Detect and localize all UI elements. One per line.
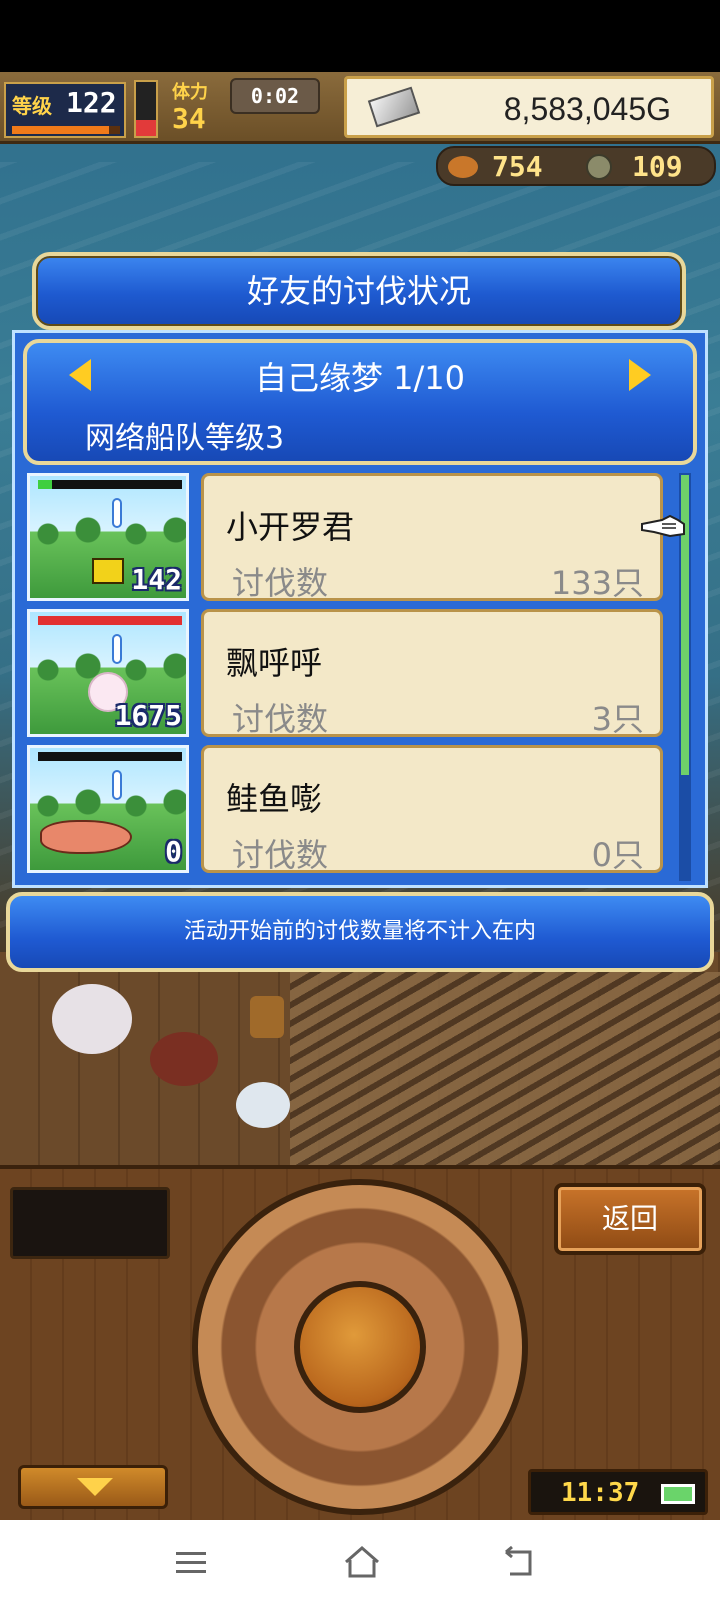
yellow-creature-icon [92, 558, 124, 584]
monster-hp-bar [38, 616, 182, 625]
menu-icon[interactable] [176, 1546, 210, 1576]
fleet-level: 网络船队等级3 [85, 421, 285, 456]
exclamation-icon [112, 634, 122, 664]
exclamation-icon [112, 770, 122, 800]
food-value: 754 [492, 150, 543, 183]
back-button-label: 返回 [601, 1202, 658, 1235]
controller-console: 返回 11:37 [0, 1165, 720, 1520]
friend-monster-card[interactable]: 飘呼呼 讨伐数 3只 [201, 609, 663, 738]
home-icon[interactable] [342, 1544, 382, 1580]
monster-list: 142 小开罗君 讨伐数 133只 1675 飘呼呼 讨伐数 3只 0 鲑鱼嘭 … [23, 473, 673, 881]
list-item[interactable]: 142 小开罗君 讨伐数 133只 [23, 473, 673, 603]
gold-counter: 8,583,045G [344, 76, 714, 138]
list-item[interactable]: 1675 飘呼呼 讨伐数 3只 [23, 609, 673, 739]
top-hud: 等级 122 体力 34 0:02 8,583,045G [0, 72, 720, 144]
back-icon[interactable] [500, 1544, 540, 1580]
kill-count-value: 133只 [550, 564, 644, 602]
ship-stairs [290, 972, 720, 1170]
level-value: 122 [66, 86, 117, 119]
monster-name: 飘呼呼 [226, 644, 323, 682]
food-icon [448, 156, 478, 178]
dpad-center-button[interactable] [294, 1281, 426, 1413]
coin-icon [586, 154, 612, 180]
friend-name: 自己缘梦 1/10 [254, 359, 466, 397]
next-friend-arrow-icon[interactable] [629, 359, 651, 391]
monster-hp-bar [38, 752, 182, 761]
dialog-title: 好友的讨伐状况 [246, 272, 471, 310]
game-clock: 11:37 [528, 1469, 708, 1515]
level-progress-bar [12, 126, 120, 134]
monster-name: 小开罗君 [226, 508, 355, 546]
battery-icon [661, 1484, 695, 1504]
stamina-value: 34 [172, 102, 206, 135]
monster-count: 142 [131, 563, 182, 596]
clock-text: 11:37 [561, 1478, 640, 1508]
notice-text: 活动开始前的讨伐数量将不计入在内 [183, 919, 536, 944]
barrel [250, 996, 284, 1038]
player-level-box: 等级 122 [4, 82, 126, 138]
monster-thumbnail: 1675 [27, 609, 189, 737]
friend-header: 自己缘梦 1/10 网络船队等级3 [23, 339, 697, 465]
level-label: 等级 [12, 94, 52, 118]
monster-count: 0 [165, 835, 182, 868]
gold-value: 8,583,045G [503, 91, 671, 127]
salmon-icon [40, 820, 132, 854]
list-item[interactable]: 0 鲑鱼嘭 讨伐数 0只 [23, 745, 673, 875]
blob-creature [236, 1082, 290, 1128]
monster-count: 1675 [114, 699, 182, 732]
chevron-down-icon [77, 1478, 113, 1496]
kill-count-label: 讨伐数 [232, 564, 329, 602]
friend-monster-card[interactable]: 小开罗君 讨伐数 133只 [201, 473, 663, 602]
kill-count-label: 讨伐数 [232, 700, 329, 738]
stamina-timer: 0:02 [230, 78, 320, 114]
resource-bar: 754 109 [436, 146, 716, 186]
kill-count-value: 0只 [591, 836, 644, 874]
friend-status-dialog: 自己缘梦 1/10 网络船队等级3 142 小开罗君 讨伐数 133只 1675… [12, 330, 708, 888]
exclamation-icon [112, 498, 122, 528]
friend-monster-card[interactable]: 鲑鱼嘭 讨伐数 0只 [201, 745, 663, 874]
info-screen-slot [10, 1187, 170, 1259]
hp-gauge [134, 80, 158, 138]
boar-creature [150, 1032, 218, 1086]
pointing-hand-icon [641, 514, 685, 538]
system-navigation-bar [0, 1520, 720, 1605]
back-button[interactable]: 返回 [554, 1183, 706, 1255]
monster-thumbnail: 0 [27, 745, 189, 873]
monster-hp-bar [38, 480, 182, 489]
kill-count-value: 3只 [591, 700, 644, 738]
menu-down-button[interactable] [18, 1465, 168, 1509]
yak-creature [52, 984, 132, 1054]
monster-name: 鲑鱼嘭 [226, 780, 323, 818]
monster-thumbnail: 142 [27, 473, 189, 601]
kill-count-label: 讨伐数 [232, 836, 329, 874]
directional-pad[interactable] [192, 1179, 528, 1515]
stamina-label: 体力 [172, 82, 208, 103]
coin-value: 109 [632, 150, 683, 183]
dialog-title-panel: 好友的讨伐状况 [32, 252, 686, 330]
notice-banner: 活动开始前的讨伐数量将不计入在内 [6, 892, 714, 972]
silver-bar-icon [367, 86, 421, 128]
status-bar [0, 0, 720, 72]
